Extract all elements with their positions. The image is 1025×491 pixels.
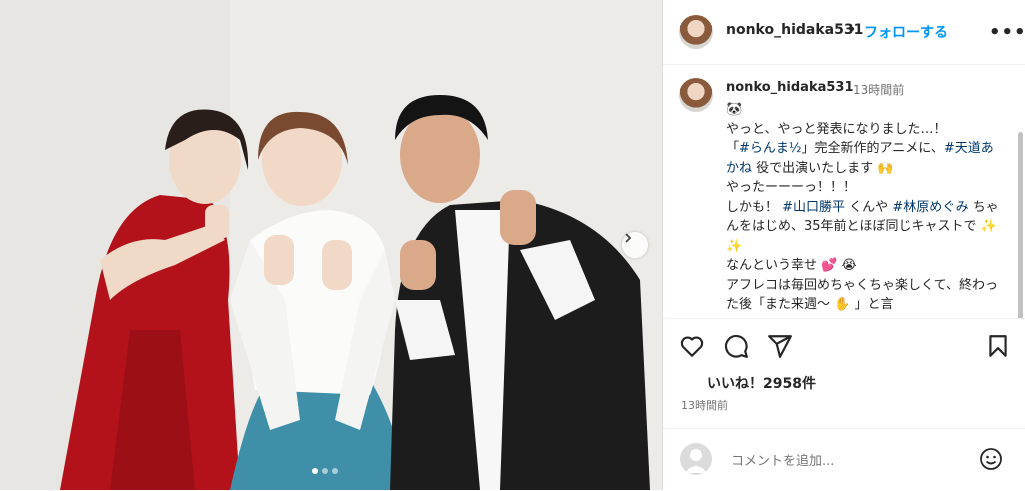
caption-text-part: くんや: [845, 199, 893, 215]
caption-scrollbar[interactable]: [1018, 132, 1023, 318]
avatar[interactable]: [679, 15, 713, 49]
user-icon: [685, 449, 707, 473]
post-photo[interactable]: [0, 0, 662, 490]
post-side-panel: nonko_hidaka531 • フォローする ••• nonko_hidak…: [662, 0, 1025, 490]
share-icon[interactable]: [767, 333, 793, 359]
caption-line: なんという幸せ 💕 😭: [726, 258, 857, 273]
viewer-avatar: [680, 443, 712, 475]
caption-line: 「#らんま½」完全新作的アニメに、#天道あかね 役で出演いたします 🙌: [726, 139, 1000, 178]
emoji-icon[interactable]: [979, 447, 1003, 471]
caption-line: 🐼: [726, 102, 743, 117]
posted-time: 13時間前: [681, 399, 728, 412]
bookmark-icon[interactable]: [985, 333, 1011, 359]
caption-username[interactable]: nonko_hidaka531: [726, 80, 854, 95]
comment-box: [663, 428, 1025, 491]
caption-line: やっと、やっと発表になりました…！: [726, 121, 947, 137]
carousel-next-button[interactable]: [622, 232, 648, 258]
caption-avatar[interactable]: [679, 78, 713, 112]
post-header: nonko_hidaka531 • フォローする •••: [663, 0, 1025, 65]
comment-icon[interactable]: [723, 333, 749, 359]
photo-illustration: [0, 0, 662, 490]
caption-text: 🐼 やっと、やっと発表になりました…！ 「#らんま½」完全新作的アニメに、#天道…: [726, 100, 1000, 315]
carousel-dot: [322, 468, 328, 474]
caption-line: しかも！ #山口勝平 くんや #林原めぐみ ちゃんをはじめ、35年前とほぼ同じキ…: [726, 198, 1000, 257]
follow-button[interactable]: フォローする: [864, 22, 948, 42]
carousel-dot: [332, 468, 338, 474]
header-username[interactable]: nonko_hidaka531: [726, 22, 863, 38]
hashtag-link[interactable]: #らんま½: [739, 141, 802, 156]
carousel-indicator: [312, 468, 338, 474]
more-options-button[interactable]: •••: [989, 22, 1025, 43]
caption-line: やったーーーっ！！！: [726, 180, 857, 195]
carousel-dot: [312, 468, 318, 474]
caption-text-part: 役で出演いたします 🙌: [752, 160, 894, 176]
header-separator: •: [848, 22, 857, 38]
post-actions: いいね！2958件 13時間前: [663, 318, 1025, 415]
chevron-right-icon: [625, 233, 632, 243]
hashtag-link[interactable]: #山口勝平: [782, 200, 845, 215]
caption-text-part: しかも！: [726, 199, 783, 215]
caption-line: アフレコは毎回めちゃくちゃ楽しくて、終わった後「また来週〜 ✋ 」と言: [726, 277, 998, 313]
likes-count[interactable]: いいね！2958件: [707, 373, 816, 393]
heart-icon[interactable]: [679, 333, 705, 359]
caption-text-part: 」完全新作的アニメに、: [801, 141, 944, 156]
caption-section: nonko_hidaka531 13時間前 🐼 やっと、やっと発表になりました……: [663, 64, 1025, 318]
caption-text-part: 「: [726, 141, 740, 156]
hashtag-link[interactable]: #林原めぐみ: [892, 200, 968, 215]
caption-time: 13時間前: [853, 83, 905, 97]
comment-input[interactable]: [729, 453, 973, 470]
